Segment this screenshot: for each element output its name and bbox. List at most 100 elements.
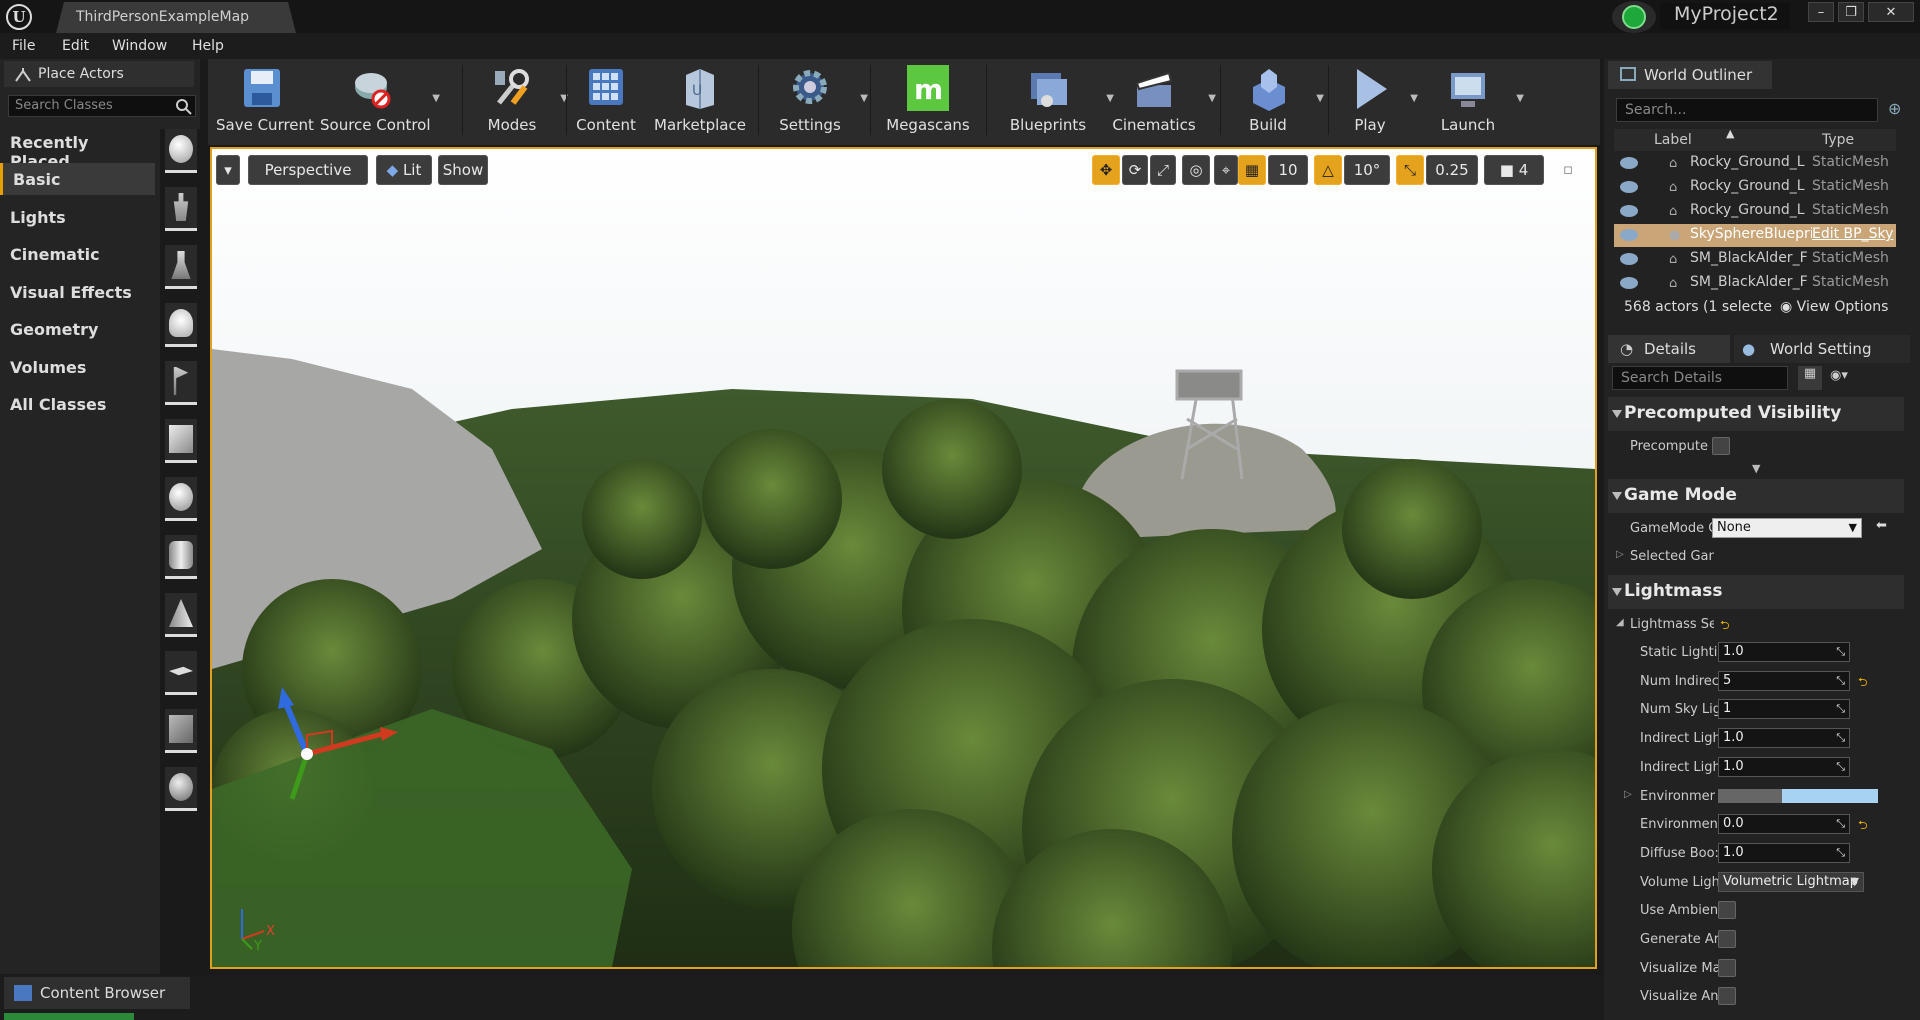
outliner-row[interactable]: ⌂ Rocky_Ground_L StaticMesh [1614, 200, 1896, 223]
scale-mode-icon[interactable]: ⤢ [1150, 155, 1176, 185]
category-geometry[interactable]: Geometry [0, 313, 155, 345]
visibility-eye-icon[interactable] [1620, 205, 1638, 217]
category-basic[interactable]: Basic [0, 163, 155, 195]
translate-mode-icon[interactable]: ✥ [1092, 155, 1120, 185]
viewport-options-button[interactable]: ▾ [216, 155, 240, 185]
view-options-button[interactable]: ◉ View Options [1780, 299, 1888, 315]
visibility-eye-icon[interactable] [1620, 229, 1638, 241]
source-control-button[interactable]: Source Control ▼ [320, 59, 440, 145]
reset-default-icon[interactable]: ⮌ [1858, 816, 1868, 837]
category-lights[interactable]: Lights [0, 201, 155, 233]
settings-dropdown-icon[interactable]: ▼ [860, 93, 868, 104]
marketplace-button[interactable]: U Marketplace [654, 59, 746, 145]
world-local-icon[interactable]: ◎ [1182, 155, 1210, 185]
precompute-checkbox[interactable] [1712, 437, 1730, 455]
scale-snap-icon[interactable]: ⤡ [1396, 155, 1424, 185]
content-button[interactable]: Content [568, 59, 644, 145]
minimize-button[interactable]: – [1808, 2, 1834, 22]
outliner-row[interactable]: ⌂ Rocky_Ground_L StaticMesh [1614, 176, 1896, 199]
maximize-button[interactable]: ❐ [1838, 2, 1864, 22]
environment-color-swatch[interactable] [1718, 788, 1878, 803]
use-selected-icon[interactable]: ⬅ [1876, 518, 1887, 533]
settings-button[interactable]: Settings ▼ [768, 59, 868, 145]
gamemode-select[interactable]: None ▼ [1712, 518, 1862, 538]
cinematics-button[interactable]: Cinematics ▼ [1108, 59, 1216, 145]
outliner-row[interactable]: ● SkySphereBlueprintEdit BP_Sky [1614, 224, 1896, 247]
category-recently-placed[interactable]: Recently Placed [0, 126, 155, 171]
property-checkbox[interactable] [1718, 958, 1736, 977]
character-icon[interactable] [165, 187, 197, 231]
add-actor-icon[interactable]: ⊕ [1888, 99, 1901, 118]
property-value-input[interactable]: 1.0 ⤡ [1718, 642, 1850, 662]
category-cinematic[interactable]: Cinematic [0, 238, 155, 270]
game-mode-header[interactable]: Game Mode [1608, 479, 1904, 513]
search-classes-input[interactable]: Search Classes [8, 95, 196, 117]
category-volumes[interactable]: Volumes [0, 351, 155, 383]
build-dropdown-icon[interactable]: ▼ [1316, 93, 1324, 104]
place-actors-tab[interactable]: Place Actors [4, 61, 194, 87]
precomputed-visibility-header[interactable]: Precomputed Visibility [1608, 397, 1904, 431]
advanced-expand-icon[interactable]: ▼ [1752, 462, 1760, 475]
visibility-eye-icon[interactable] [1620, 253, 1638, 265]
volume-lighting-select[interactable]: Volumetric Lightmap ▼ [1718, 871, 1864, 892]
cone-icon[interactable] [165, 593, 197, 637]
cylinder-icon[interactable] [165, 535, 197, 579]
camera-speed-button[interactable]: ■ 4 [1484, 155, 1544, 185]
visibility-eye-icon[interactable] [1620, 157, 1638, 169]
outliner-row[interactable]: ⌂ SM_BlackAlder_F StaticMesh [1614, 272, 1896, 295]
box-trigger-icon[interactable] [165, 709, 197, 753]
surface-snap-icon[interactable]: ⌖ [1214, 155, 1238, 185]
outliner-row[interactable]: ⌂ SM_BlackAlder_F StaticMesh [1614, 248, 1896, 271]
property-value-input[interactable]: 1.0 ⤡ [1718, 756, 1850, 777]
level-viewport[interactable]: X Y ▾ Perspective ◆ Lit Show ✥ ⟳ ⤢ ◎ ⌖ ▦… [210, 147, 1597, 969]
visibility-eye-icon[interactable]: ◉▾ [1830, 368, 1848, 383]
plane-icon[interactable] [165, 651, 197, 695]
modes-button[interactable]: Modes ▼ [472, 59, 568, 145]
property-checkbox[interactable] [1718, 930, 1736, 948]
cube-icon[interactable] [165, 419, 197, 463]
menu-file[interactable]: File [12, 38, 35, 54]
sphere-trigger-icon[interactable] [165, 767, 197, 811]
launch-button[interactable]: Launch ▼ [1428, 59, 1524, 145]
grid-snap-value[interactable]: 10 [1268, 155, 1308, 185]
rotate-mode-icon[interactable]: ⟳ [1122, 155, 1148, 185]
play-dropdown-icon[interactable]: ▼ [1410, 93, 1418, 104]
content-browser-tab[interactable]: Content Browser [4, 977, 190, 1009]
perspective-button[interactable]: Perspective [248, 155, 368, 185]
empty-actor-icon[interactable] [165, 129, 197, 173]
pawn-icon[interactable] [165, 245, 197, 289]
lightmass-header[interactable]: Lightmass [1608, 575, 1904, 609]
blueprints-button[interactable]: Blueprints ▼ [998, 59, 1114, 145]
menu-window[interactable]: Window [112, 38, 167, 54]
point-light-icon[interactable] [165, 303, 197, 347]
grid-snap-icon[interactable]: ▦ [1238, 155, 1266, 185]
property-checkbox[interactable] [1718, 987, 1736, 1006]
selected-gamemode-row[interactable]: ▷ Selected Gan [1608, 543, 1904, 571]
show-button[interactable]: Show [438, 155, 488, 185]
maximize-viewport-icon[interactable]: ▫ [1556, 155, 1580, 185]
property-checkbox[interactable] [1718, 901, 1736, 920]
rotation-snap-icon[interactable]: △ [1314, 155, 1342, 185]
property-value-input[interactable]: 0.0 ⤡ [1718, 814, 1850, 835]
category-all-classes[interactable]: All Classes [0, 388, 155, 420]
outliner-search-input[interactable]: Search... [1616, 98, 1878, 122]
menu-edit[interactable]: Edit [62, 38, 89, 54]
lightmass-settings-row[interactable]: ◢ Lightmass Set ⮌ [1608, 611, 1904, 639]
details-tab[interactable]: ◔ Details [1608, 335, 1730, 363]
property-value-input[interactable]: 1 ⤡ [1718, 699, 1850, 720]
save-current-button[interactable]: Save Current [216, 59, 314, 145]
reset-default-icon[interactable]: ⮌ [1858, 673, 1868, 694]
level-tab[interactable]: ThirdPersonExampleMap [56, 2, 296, 33]
player-start-icon[interactable] [165, 361, 197, 405]
play-button[interactable]: Play ▼ [1338, 59, 1418, 145]
sphere-icon[interactable] [165, 477, 197, 521]
property-value-input[interactable]: 1.0 ⤡ [1718, 728, 1850, 749]
category-visual-effects[interactable]: Visual Effects [0, 276, 155, 308]
scale-snap-value[interactable]: 0.25 [1426, 155, 1478, 185]
world-settings-tab[interactable]: ● World Setting [1734, 335, 1910, 363]
cinematics-dropdown-icon[interactable]: ▼ [1208, 93, 1216, 104]
col-type[interactable]: Type [1822, 132, 1854, 148]
details-search-input[interactable]: Search Details [1612, 366, 1788, 390]
reset-default-icon[interactable]: ⮌ [1720, 616, 1730, 637]
build-button[interactable]: Build ▼ [1228, 59, 1324, 145]
